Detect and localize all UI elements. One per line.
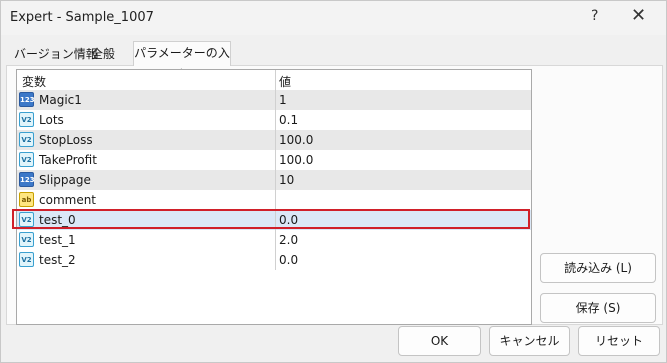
title-bar: Expert - Sample_1007 ? ✕ [1,1,666,35]
window-title: Expert - Sample_1007 [10,10,154,25]
param-value[interactable]: 10 [279,173,294,187]
double-icon: V2 [19,112,34,127]
param-name: test_1 [39,233,76,247]
tab-common[interactable]: 全般 [91,44,115,64]
ok-button[interactable]: OK [398,326,481,356]
double-icon: V2 [19,232,34,247]
column-header-variable[interactable]: 変数 [22,73,46,90]
cell-divider [275,250,276,270]
param-name: Lots [39,113,64,127]
help-icon[interactable]: ? [591,8,598,24]
param-name: Magic1 [39,93,82,107]
expert-dialog: Expert - Sample_1007 ? ✕ バージョン情報 全般 パラメー… [0,0,667,363]
cell-divider [275,190,276,210]
grid-header: 変数 値 [17,70,531,90]
table-row[interactable]: 123 Slippage 10 [17,170,531,190]
param-name: StopLoss [39,133,93,147]
param-name: test_2 [39,253,76,267]
param-value[interactable]: 2.0 [279,233,298,247]
table-row[interactable]: V2 Lots 0.1 [17,110,531,130]
close-icon[interactable]: ✕ [631,5,646,26]
double-icon: V2 [19,152,34,167]
column-header-value[interactable]: 値 [279,73,291,90]
cell-divider [275,170,276,190]
param-name: Slippage [39,173,91,187]
integer-icon: 123 [19,172,35,187]
table-row[interactable]: V2 StopLoss 100.0 [17,130,531,150]
tab-parameters[interactable]: パラメーターの入力 [133,41,231,82]
param-name: comment [39,193,97,207]
cell-divider [275,110,276,130]
cell-divider [275,230,276,250]
string-icon: ab [19,192,34,207]
load-button[interactable]: 読み込み (L) [540,253,656,283]
cell-divider [275,130,276,150]
param-value[interactable]: 100.0 [279,153,313,167]
cancel-button[interactable]: キャンセル [489,326,570,356]
double-icon: V2 [19,252,34,267]
table-row[interactable]: V2 TakeProfit 100.0 [17,150,531,170]
cell-divider [275,150,276,170]
parameter-grid: 変数 値 123 Magic1 1 V2 Lots 0.1 V2 StopLos… [16,69,532,325]
highlight-box [12,209,530,229]
integer-icon: 123 [19,92,35,107]
param-value[interactable]: 0.1 [279,113,298,127]
table-row[interactable]: V2 test_2 0.0 [17,250,531,270]
tab-version-info[interactable]: バージョン情報 [14,44,98,64]
cell-divider [275,90,276,110]
table-row[interactable]: 123 Magic1 1 [17,90,531,110]
table-row[interactable]: ab comment [17,190,531,210]
save-button[interactable]: 保存 (S) [540,293,656,323]
reset-button[interactable]: リセット [578,326,660,356]
param-value[interactable]: 1 [279,93,287,107]
column-divider[interactable] [275,70,276,90]
double-icon: V2 [19,132,34,147]
param-name: TakeProfit [39,153,97,167]
table-row[interactable]: V2 test_1 2.0 [17,230,531,250]
param-value[interactable]: 100.0 [279,133,313,147]
param-value[interactable]: 0.0 [279,253,298,267]
